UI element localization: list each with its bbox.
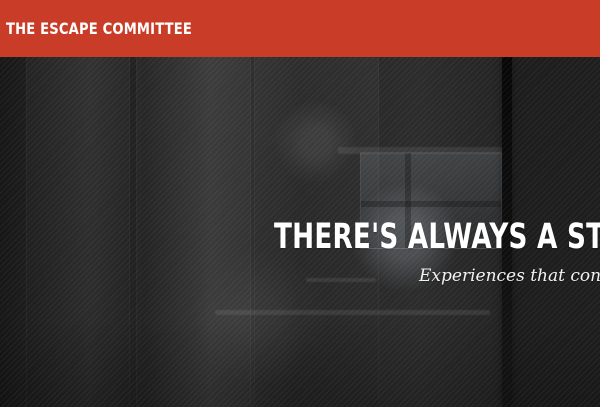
- background-light-beam-bottom: [215, 310, 490, 315]
- site-logo-link[interactable]: THE ESCAPE COMMITTEE: [6, 19, 192, 38]
- hero-headline: THERE'S ALWAYS A STOR: [274, 220, 600, 257]
- site-header: THE ESCAPE COMMITTEE: [0, 0, 600, 57]
- hero-section: THERE'S ALWAYS A STOR Experiences that c…: [0, 57, 600, 407]
- background-light-beam-top: [338, 147, 503, 154]
- hero-content: THERE'S ALWAYS A STOR Experiences that c…: [274, 220, 600, 286]
- background-floor-shadow: [0, 325, 600, 407]
- hero-subtitle: Experiences that conne: [419, 266, 600, 286]
- homepage: THE ESCAPE COMMITTEE THERE'S ALWAYS A ST…: [0, 0, 600, 407]
